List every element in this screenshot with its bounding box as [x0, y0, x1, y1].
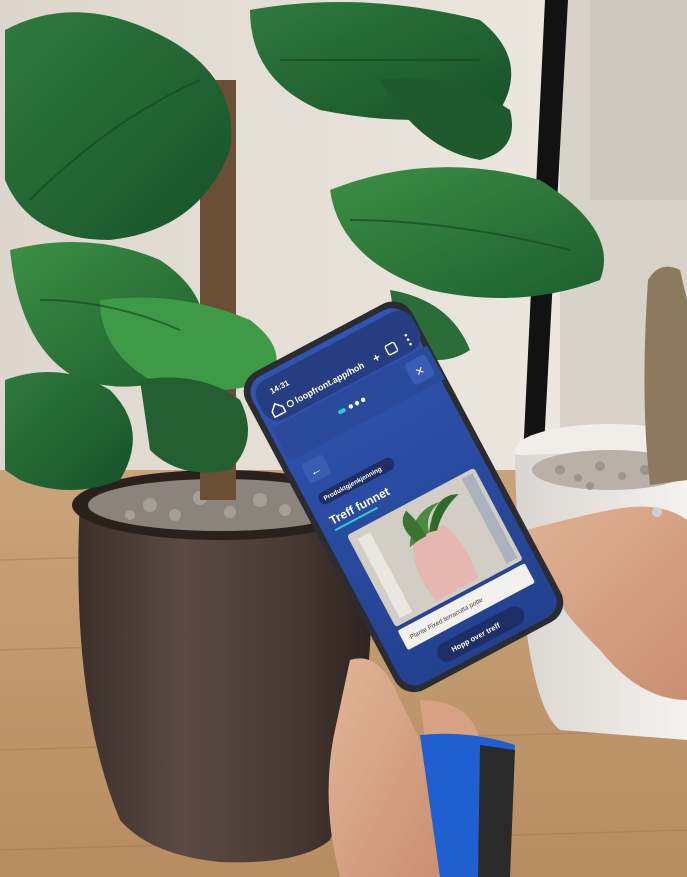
background-photo [0, 0, 687, 877]
photo-scene: 14:31 loopfront.app/hoh + ✕ ← Produktgje… [0, 0, 687, 877]
